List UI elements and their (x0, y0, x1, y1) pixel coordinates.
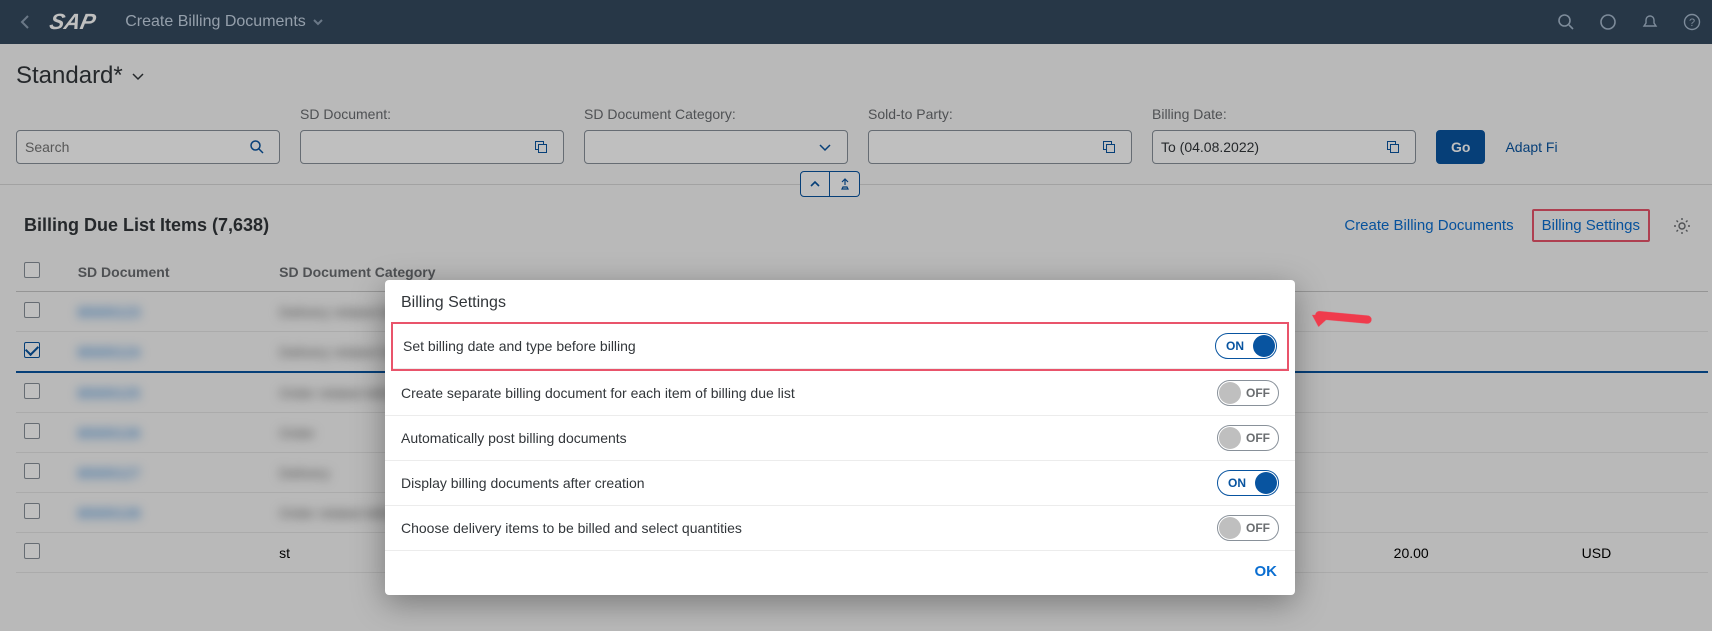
setting-row: Display billing documents after creation (385, 461, 1295, 506)
setting-row: Automatically post billing documents (385, 416, 1295, 461)
setting-row: Set billing date and type before billing (393, 324, 1287, 369)
setting-label: Set billing date and type before billing (403, 338, 636, 354)
setting-toggle[interactable] (1217, 515, 1279, 541)
setting-toggle[interactable] (1217, 470, 1279, 496)
setting-row: Create separate billing document for eac… (385, 371, 1295, 416)
billing-settings-dialog: Billing Settings Set billing date and ty… (385, 280, 1295, 595)
setting-label: Create separate billing document for eac… (401, 385, 795, 401)
setting-toggle[interactable] (1215, 333, 1277, 359)
setting-label: Choose delivery items to be billed and s… (401, 520, 742, 536)
setting-label: Display billing documents after creation (401, 475, 645, 491)
dialog-title: Billing Settings (385, 280, 1295, 322)
setting-label: Automatically post billing documents (401, 430, 627, 446)
setting-row: Choose delivery items to be billed and s… (385, 506, 1295, 551)
setting-toggle[interactable] (1217, 380, 1279, 406)
setting-toggle[interactable] (1217, 425, 1279, 451)
dialog-ok-button[interactable]: OK (1255, 563, 1278, 580)
